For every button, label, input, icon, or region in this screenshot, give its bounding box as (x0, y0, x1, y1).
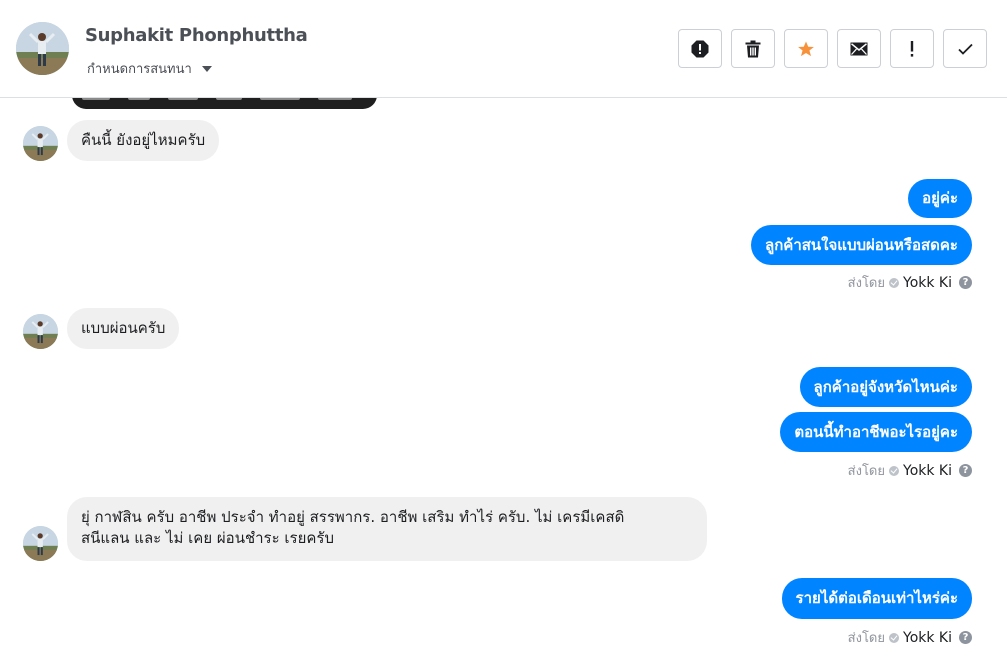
contact-avatar-small (23, 314, 58, 349)
verified-check-icon (889, 277, 899, 288)
agent-name: Yokk Ki (903, 274, 952, 291)
alert-octagon-icon (691, 40, 709, 57)
outgoing-message[interactable]: ลูกค้าสนใจแบบผ่อนหรือสดคะ (751, 225, 972, 265)
sent-by-label: ส่งโดย (847, 276, 885, 291)
sent-by-label: ส่งโดย (847, 631, 885, 646)
message-line: สนีแลน และ ไม่ เคย ผ่อนชำระ เรยครับ (81, 529, 335, 547)
message-line: ยุ่ กาฬสิน ครับ อาชีพ ประจำ ทำอยู่ สรรพา… (81, 508, 625, 526)
caret-down-icon (201, 65, 212, 72)
outgoing-message[interactable]: รายได้ต่อเดือนเท่าไหร่ค่ะ (781, 578, 972, 619)
exclamation-icon (910, 40, 914, 57)
assign-conversation-label: กำหนดการสนทนา (87, 62, 192, 77)
agent-name: Yokk Ki (903, 629, 952, 646)
conversation-header: Suphakit Phonphuttha กำหนดการสนทนา (0, 0, 1007, 98)
incoming-message[interactable]: ยุ่ กาฬสิน ครับ อาชีพ ประจำ ทำอยู่ สรรพา… (67, 497, 707, 561)
contact-name[interactable]: Suphakit Phonphuttha (85, 25, 308, 46)
sent-by-info: ส่งโดย Yokk Ki ? (848, 627, 972, 648)
help-icon[interactable]: ? (959, 276, 972, 289)
outgoing-message[interactable]: ลูกค้าอยู่จังหวัดไหนค่ะ (799, 367, 972, 407)
sent-by-label: ส่งโดย (847, 464, 885, 479)
outgoing-message[interactable]: ตอนนี้ทำอาชีพอะไรอยู่คะ (780, 412, 972, 452)
assign-conversation-dropdown[interactable]: กำหนดการสนทนา (87, 58, 212, 79)
sent-by-info: ส่งโดย Yokk Ki ? (848, 460, 972, 481)
verified-check-icon (889, 632, 899, 643)
follow-up-button[interactable] (890, 29, 934, 68)
mark-spam-button[interactable] (678, 29, 722, 68)
trash-icon (745, 40, 761, 57)
star-button[interactable] (784, 29, 828, 68)
outgoing-message[interactable]: อยู่ค่ะ (908, 179, 972, 218)
envelope-icon (850, 42, 868, 55)
agent-name: Yokk Ki (903, 462, 952, 479)
contact-avatar-small (23, 526, 58, 561)
incoming-message[interactable]: แบบผ่อนครับ (67, 308, 180, 349)
help-icon[interactable]: ? (959, 464, 972, 477)
star-icon (798, 41, 814, 56)
delete-button[interactable] (731, 29, 775, 68)
conversation-toolbar (678, 29, 987, 68)
checkmark-icon (957, 43, 973, 55)
incoming-message[interactable]: คืนนี้ ยังอยู่ไหมครับ (67, 120, 220, 161)
message-thread[interactable]: คืนนี้ ยังอยู่ไหมครับ อยู่ค่ะ ลูกค้าสนใจ… (0, 98, 1007, 666)
help-icon[interactable]: ? (959, 631, 972, 644)
sent-by-info: ส่งโดย Yokk Ki ? (848, 272, 972, 293)
previous-image-attachment[interactable] (72, 98, 377, 109)
contact-avatar-small (23, 126, 58, 161)
verified-check-icon (889, 465, 899, 476)
contact-avatar[interactable] (16, 22, 69, 75)
mark-done-button[interactable] (943, 29, 987, 68)
mark-unread-button[interactable] (837, 29, 881, 68)
